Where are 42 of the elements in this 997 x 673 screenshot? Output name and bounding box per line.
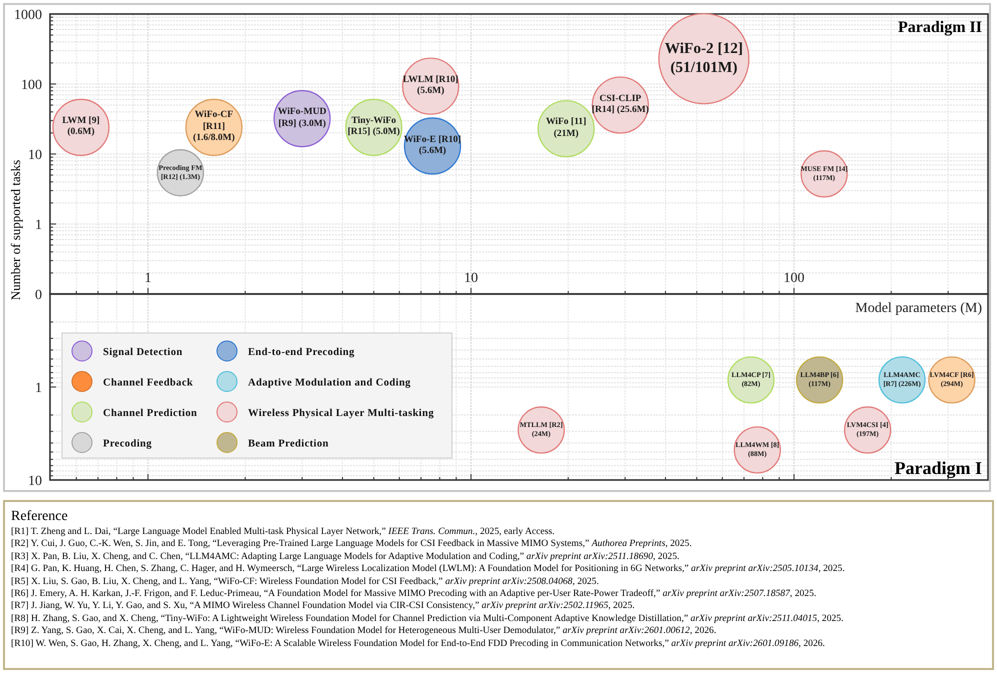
tick-label: 0 [35, 288, 42, 303]
bubble-label: Tiny-WiFo [R15] (5.0M) [346, 116, 401, 139]
panel-title: Paradigm I [894, 458, 982, 478]
bubble-label: WiFo [11] (21M) [544, 117, 588, 140]
tick-label: 100 [784, 271, 804, 286]
bubble-label: WiFo-CF [R11] (1.6/8.0M) [192, 110, 236, 144]
bubble-label: LWM [9] (0.6M) [61, 116, 101, 139]
legend-label: Channel Prediction [103, 408, 198, 419]
reference-entry: [R8] H. Zhang, S. Gao, and X. Cheng, “Tiny-WiFo: A Lightweight Wireless Foundation Model for Channel Prediction via Multi-Component Adaptive Knowledge Distillation,” arXiv preprint arXiv:2511.04015, 2025. [11, 612, 844, 626]
bubble-label: LWLM [R10] (5.6M) [402, 74, 460, 98]
legend-label: Adaptive Modulation and Coding [248, 378, 411, 388]
tick-label: 10 [464, 271, 478, 286]
reference-entry: [R2] Y. Cui, J. Guo, C.-K. Wen, S. Jin, and E. Tong, “Leveraging Pre-Trained Large Language Models for CSI Feedback in Massive MIMO Systems,” Authorea Preprints, 2025. [11, 538, 693, 551]
legend-label: Channel Feedback [103, 378, 194, 388]
tick-label: 1000 [14, 8, 42, 23]
bubble-label: WiFo-2 [12] (51/101M) [664, 40, 744, 78]
tick-label: 100 [21, 78, 42, 93]
tick-label: 10 [28, 474, 42, 489]
reference-entry: [R7] J. Jiang, W. Yu, Y. Li, Y. Gao, and S. Xu, “A MIMO Wireless Channel Foundation Model via CIR-CSI Consistency,” arXiv preprint arXiv:2502.11965, 2025. [11, 600, 636, 613]
tick-label: 10 [28, 148, 42, 163]
reference-entry: [R10] W. Wen, S. Gao, H. Zhang, X. Cheng, and L. Yang, “WiFo-E: A Scalable Wireless Foundation Model for End-to-End FDD Precoding in Communication Networks,” arXiv preprint arXiv:2601.09186, 2026. [11, 638, 826, 650]
reference-entry: [R4] G. Pan, K. Huang, H. Chen, S. Zhang, C. Hager, and H. Wymeersch, “Large Wireless Localization Model (LWLM): A Foundation Model for Positioning in 6G Networks,” arXiv preprint arXiv:2505.10134, 2025. [11, 563, 846, 576]
reference-entry: [R1] T. Zheng and L. Dai, “Large Language Model Enabled Multi-task Physical Layer Network,” IEEE Trans. Commun., 2025, early Access. [11, 526, 556, 538]
reference-entry: [R9] Z. Yang, S. Gao, X. Cai, X. Cheng, and L. Yang, “WiFo-MUD: Wireless Foundation Model for Heterogeneous Multi-User Demodulator,” arXiv preprint arXiv:2601.00612, 2026. [11, 625, 718, 638]
bubble-label: CSI-CLIP [R14] (25.6M) [590, 94, 650, 116]
legend-label: Wireless Physical Layer Multi-tasking [248, 408, 434, 419]
axis-title: Model parameters (M) [855, 301, 982, 316]
reference-entry: [R6] J. Emery, A. H. Karkan, J.-F. Frigon, and F. Leduc-Primeau, “A Foundation Model for Massive MIMO Precoding with an Adaptive per-User Rate-Power Tradeoff,” arXiv preprint arXiv:2507.18587, 2025. [11, 588, 818, 600]
panel-title: Paradigm II [898, 19, 982, 36]
legend-label: Beam Prediction [248, 438, 329, 450]
bubble-label: WiFo-MUD [R9] (3.0M) [276, 107, 328, 130]
reference-entry: [R5] X. Liu, S. Gao, B. Liu, X. Cheng, and L. Yang, “WiFo-CF: Wireless Foundation Model for CSI Feedback,” arXiv preprint arXiv:2508.04068, 2025. [11, 576, 600, 588]
axis-title: Number of supported tasks [8, 158, 24, 302]
reference-entry: [R3] X. Pan, B. Liu, X. Cheng, and C. Chen, “LLM4AMC: Adapting Large Language Models for Adaptive Modulation and Coding,” arXiv preprint arXiv:2511.18690, 2025. [11, 550, 680, 564]
reference-heading: Reference [11, 508, 69, 525]
legend-label: Signal Detection [103, 347, 183, 358]
tick-label: 1 [144, 271, 152, 286]
legend-label: Precoding [103, 438, 152, 450]
tick-label: 1 [35, 218, 42, 233]
bubble-label: WiFo-E [R10] (5.6M) [402, 134, 462, 158]
legend-label: End-to-end Precoding [248, 347, 355, 358]
tick-label: 1 [35, 381, 42, 396]
